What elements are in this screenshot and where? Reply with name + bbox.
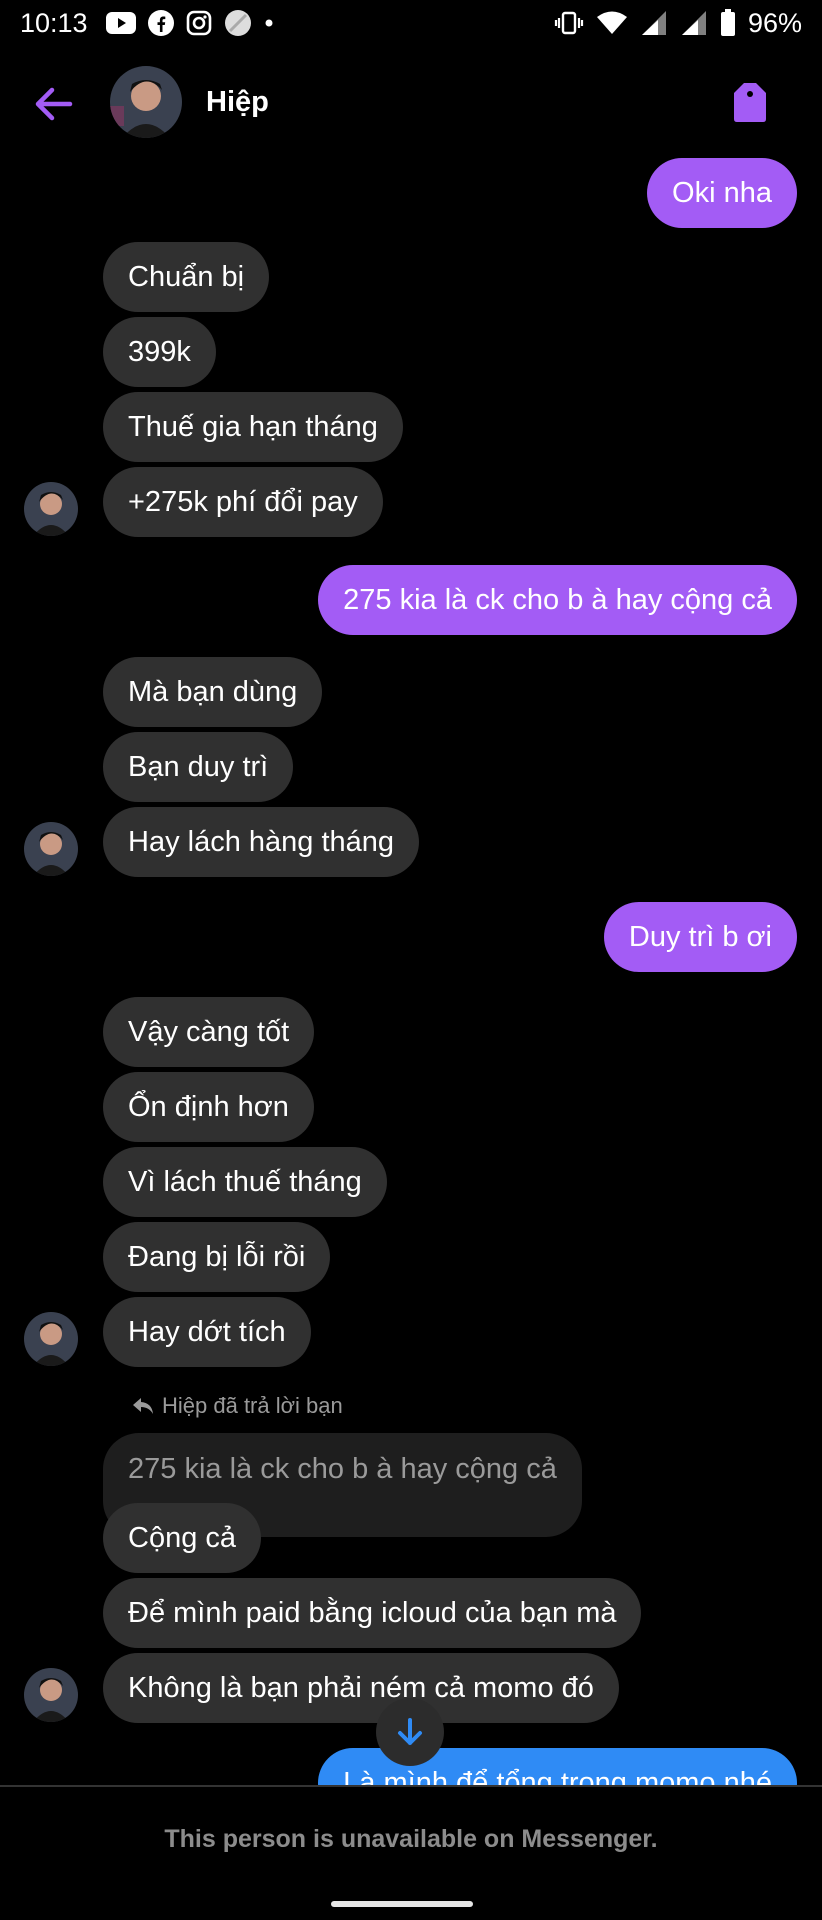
composer-unavailable: This person is unavailable on Messenger. [0,1785,822,1920]
message-list[interactable]: Oki nha Chuẩn bị 399k Thuế gia hạn tháng… [0,150,822,1785]
sender-avatar[interactable] [24,482,78,536]
contact-avatar[interactable] [110,66,182,138]
dot-icon [264,18,274,28]
back-button[interactable] [32,82,76,126]
circle-app-icon [224,9,252,37]
message-incoming[interactable]: Hay lách hàng tháng [103,807,420,877]
message-outgoing[interactable]: 275 kia là ck cho b à hay cộng cả [318,565,797,635]
status-bar: 10:13 96% [0,0,822,46]
battery-icon [720,9,736,37]
wifi-icon [596,10,628,36]
reply-note-text: Hiệp đã trả lời bạn [162,1393,343,1418]
signal-icon [640,10,668,36]
message-outgoing[interactable]: Oki nha [647,158,797,228]
message-incoming[interactable]: Hay dớt tích [103,1297,311,1367]
reply-icon [133,1398,153,1414]
status-time: 10:13 [20,7,88,38]
message-incoming[interactable]: Không là bạn phải ném cả momo đó [103,1653,619,1723]
battery-percent: 96% [747,7,802,38]
tag-button[interactable] [728,78,772,126]
unavailable-notice: This person is unavailable on Messenger. [164,1825,658,1853]
message-incoming[interactable]: Thuế gia hạn tháng [103,392,403,462]
message-incoming[interactable]: +275k phí đổi pay [103,467,383,537]
message-incoming[interactable]: Vậy càng tốt [103,997,315,1067]
sender-avatar[interactable] [24,822,78,876]
reply-indicator: Hiệp đã trả lời bạn [132,1393,343,1419]
vibrate-icon [554,11,584,35]
message-incoming[interactable]: Vì lách thuế tháng [103,1147,387,1217]
home-indicator[interactable] [331,1901,473,1907]
message-outgoing[interactable]: Duy trì b ơi [603,902,797,972]
message-incoming[interactable]: Cộng cả [103,1503,262,1573]
arrow-down-icon [398,1718,422,1745]
notification-icons [105,9,274,37]
message-incoming[interactable]: Mà bạn dùng [103,657,323,727]
message-incoming[interactable]: Để mình paid bằng icloud của bạn mà [103,1578,642,1648]
instagram-icon [186,10,212,36]
tag-icon [734,83,766,122]
system-icons: 96% [554,8,802,39]
message-incoming[interactable]: Chuẩn bị [103,242,270,312]
sender-avatar[interactable] [24,1668,78,1722]
message-incoming[interactable]: 399k [103,317,216,387]
arrow-left-icon [35,87,73,121]
facebook-icon [147,10,174,36]
sender-avatar[interactable] [24,1312,78,1366]
conversation-header: Hiệp [0,62,822,144]
message-incoming[interactable]: Đang bị lỗi rồi [103,1222,331,1292]
message-incoming[interactable]: Bạn duy trì [103,732,294,802]
signal-icon [680,10,708,36]
message-incoming[interactable]: Ổn định hơn [103,1072,314,1142]
youtube-icon [105,12,136,34]
scroll-to-bottom-button[interactable] [376,1698,444,1766]
contact-name[interactable]: Hiệp [206,86,269,119]
